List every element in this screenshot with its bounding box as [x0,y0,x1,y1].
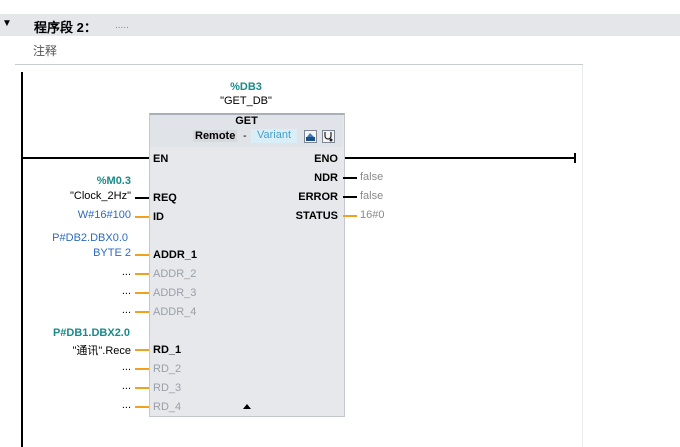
rd3-wire [135,387,149,389]
pin-eno: ENO [314,153,338,165]
pin-addr4: ADDR_4 [153,306,197,318]
eno-wire [343,157,575,159]
rd1-wire [135,349,149,351]
pin-en: EN [153,153,169,165]
pin-rd1: RD_1 [153,344,182,356]
req-tag[interactable]: "Clock_2Hz" [30,190,131,202]
power-rail [21,72,23,447]
segment-title: 程序段 2： [34,20,97,35]
addr1-length[interactable]: BYTE 2 [40,247,131,259]
ndr-value[interactable]: false [360,171,383,183]
collapse-triangle-icon[interactable]: ▼ [2,18,12,29]
rd2-placeholder[interactable]: ... [100,361,131,373]
rd4-placeholder[interactable]: ... [100,399,131,411]
network-border [582,65,583,447]
error-value[interactable]: false [360,190,383,202]
expand-caret-icon[interactable] [243,404,251,409]
req-wire [135,197,149,199]
id-wire [135,216,149,218]
rd2-wire [135,368,149,370]
remote-dash: - [243,130,247,142]
block-type: GET [235,115,258,127]
pin-addr1: ADDR_1 [153,249,198,261]
addr3-placeholder[interactable]: ... [100,285,131,297]
comment-row[interactable] [15,40,583,65]
addr2-placeholder[interactable]: ... [100,266,131,278]
variant-selector[interactable]: Variant [251,129,297,143]
status-value[interactable]: 16#0 [360,209,384,221]
pin-rd4: RD_4 [153,401,182,413]
rd1-pointer[interactable]: P#DB1.DBX2.0 [30,327,130,339]
pin-rd2: RD_2 [153,363,182,375]
req-address[interactable]: %M0.3 [50,175,131,187]
pin-addr3: ADDR_3 [153,287,197,299]
pin-id: ID [153,211,164,223]
ndr-wire [343,177,357,179]
db-address[interactable]: %DB3 [225,81,267,93]
stethoscope-icon[interactable] [322,130,335,143]
pin-status: STATUS [295,210,338,222]
addr4-wire [135,311,149,313]
rd4-wire [135,406,149,408]
pin-req: REQ [153,192,177,204]
id-constant[interactable]: W#16#100 [40,209,131,221]
open-block-icon[interactable] [304,130,317,143]
addr2-wire [135,273,149,275]
en-wire [22,157,150,159]
pin-error: ERROR [298,191,338,203]
addr1-wire [135,254,149,256]
db-name[interactable]: "GET_DB" [213,95,279,107]
status-wire [343,215,357,217]
pin-rd3: RD_3 [153,382,182,394]
pin-ndr: NDR [314,172,338,184]
addr4-placeholder[interactable]: ... [100,304,131,316]
rd3-placeholder[interactable]: ... [100,380,131,392]
segment-title-placeholder[interactable]: ..... [115,20,129,31]
rd1-tag[interactable]: "通讯".Rece [30,342,131,358]
addr3-wire [135,292,149,294]
remote-label: Remote [193,130,238,142]
addr1-pointer[interactable]: P#DB2.DBX0.0 [30,232,128,244]
segment-header[interactable] [0,14,680,36]
error-wire [343,196,357,198]
pin-addr2: ADDR_2 [153,268,197,280]
segment-comment[interactable]: 注释 [33,42,57,59]
wire-end-marker [574,153,576,163]
